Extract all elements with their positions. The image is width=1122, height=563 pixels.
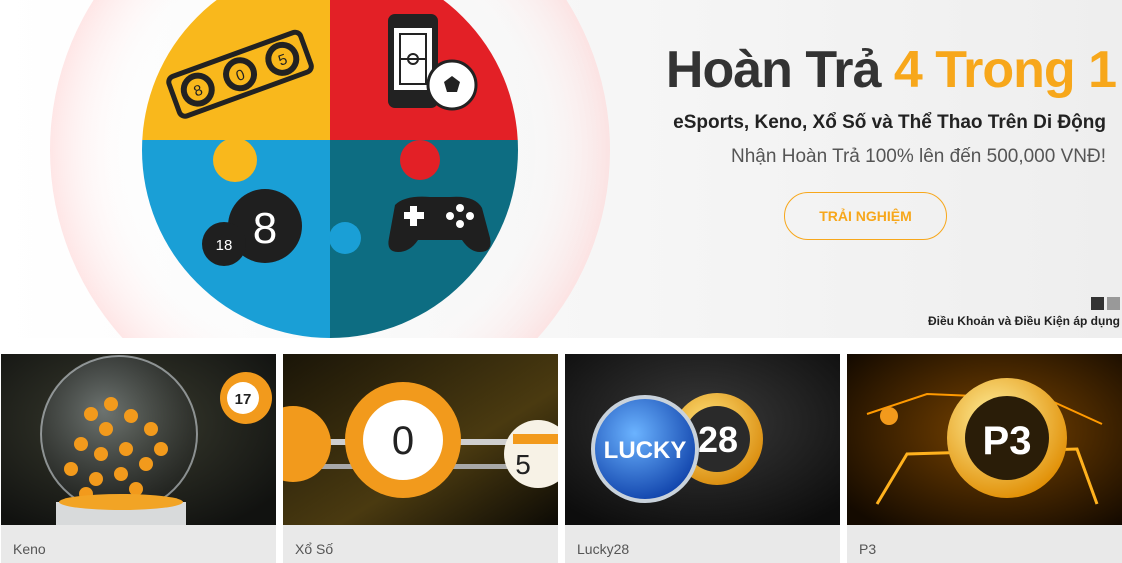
game-label-p3: P3 xyxy=(859,541,877,557)
p3-thumbnail: P3 xyxy=(847,354,1122,525)
keno-ball-number: 17 xyxy=(235,391,252,408)
promo-description: Nhận Hoàn Trả 100% lên đến 500,000 VNĐ! xyxy=(731,146,1106,167)
puzzle-tab-blue xyxy=(329,222,361,254)
game-tile-keno[interactable]: 17 Keno xyxy=(1,354,276,563)
keno-thumbnail: 17 xyxy=(1,354,276,525)
game-label-lucky28: Lucky28 xyxy=(577,541,630,557)
lucky28-badge-text: LUCKY xyxy=(604,437,687,464)
terms-link[interactable]: Điều Khoản và Điều Kiện áp dụng xyxy=(928,314,1120,328)
xo-so-ball-number-2: 5 xyxy=(515,449,531,480)
puzzle-tab-yellow xyxy=(213,138,257,182)
promo-banner[interactable]: 8 0 5 8 18 Hoàn Trả 4 Trong 1 eSports, K… xyxy=(0,0,1122,338)
number-main: 8 xyxy=(253,204,277,253)
xo-so-thumbnail: 0 5 xyxy=(283,354,558,525)
game-label-xo-so: Xổ Số xyxy=(295,541,334,557)
promo-title-main: Hoàn Trả xyxy=(665,41,894,99)
lucky28-badge-number: 28 xyxy=(698,419,738,460)
promo-puzzle-illustration: 8 0 5 8 18 xyxy=(50,0,610,338)
promo-title: Hoàn Trả 4 Trong 1 xyxy=(556,40,1117,100)
game-tile-lucky28[interactable]: 28 LUCKY Lucky28 xyxy=(565,354,840,563)
puzzle-tab-red xyxy=(400,140,440,180)
game-label-keno: Keno xyxy=(13,541,46,557)
game-tiles: 17 Keno 0 5 Xổ Số 28 LUCKY Lucky28 P3 P3 xyxy=(0,354,1122,563)
number-small: 18 xyxy=(216,237,233,254)
carousel-dot-1[interactable] xyxy=(1091,297,1104,310)
promo-subtitle: eSports, Keno, Xổ Số và Thể Thao Trên Di… xyxy=(673,112,1106,133)
carousel-dot-2[interactable] xyxy=(1107,297,1120,310)
game-tile-p3[interactable]: P3 P3 xyxy=(847,354,1122,563)
promo-title-accent: 4 Trong 1 xyxy=(893,41,1117,99)
carousel-indicators xyxy=(1091,297,1120,310)
p3-badge-text: P3 xyxy=(983,419,1032,463)
xo-so-ball-number: 0 xyxy=(392,419,414,463)
game-tile-xo-so[interactable]: 0 5 Xổ Số xyxy=(283,354,558,563)
lucky28-thumbnail: 28 LUCKY xyxy=(565,354,840,525)
try-now-button[interactable]: TRẢI NGHIỆM xyxy=(784,192,947,240)
